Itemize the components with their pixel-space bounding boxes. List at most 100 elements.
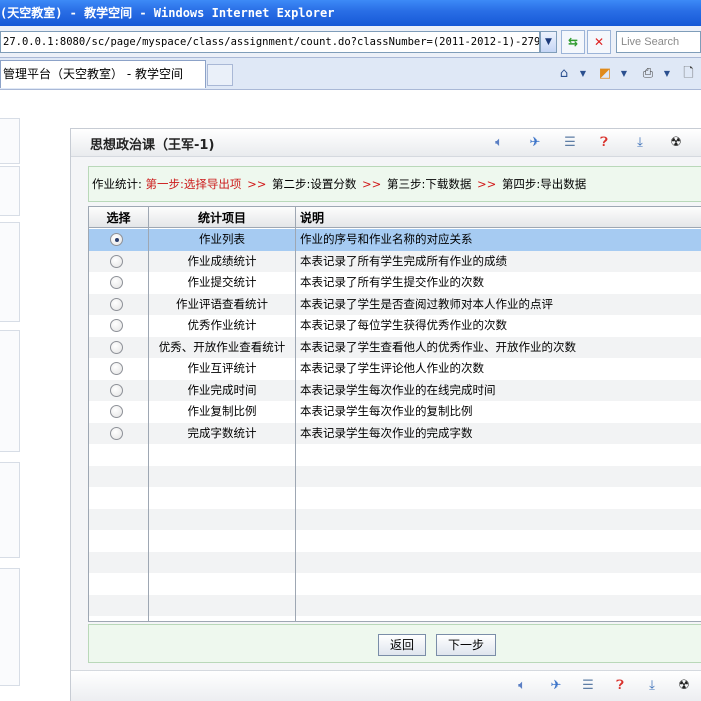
table-row[interactable]: 优秀作业统计 本表记录了每位学生获得优秀作业的次数 — [89, 315, 701, 337]
row-item-name: 作业评语查看统计 — [176, 296, 268, 311]
download-icon[interactable]: ⤓ — [630, 134, 650, 152]
row-description: 本表记录了学生查看他人的优秀作业、开放作业的次数 — [300, 339, 576, 354]
help-icon[interactable]: ❓︎ — [610, 677, 630, 695]
address-dropdown-button[interactable]: ▼ — [540, 31, 557, 53]
left-nav-box — [0, 462, 20, 558]
left-nav-box — [0, 330, 20, 452]
column-divider — [295, 207, 296, 621]
home-icon[interactable]: ⌂ — [553, 64, 575, 84]
empty-table-row — [89, 508, 701, 530]
row-description: 作业的序号和作业名称的对应关系 — [300, 232, 473, 246]
row-radio-button[interactable] — [110, 383, 123, 397]
row-item-name: 作业提交统计 — [187, 275, 257, 289]
table-row[interactable]: 优秀、开放作业查看统计 本表记录了学生查看他人的优秀作业、开放作业的次数 — [89, 336, 701, 358]
left-nav-box — [0, 222, 20, 322]
row-radio-button[interactable] — [110, 297, 123, 311]
column-header-desc: 说明 — [300, 211, 325, 225]
empty-table-row — [89, 465, 701, 487]
forum-icon[interactable]: ☰ — [578, 677, 598, 695]
panel-footer — [71, 670, 701, 701]
row-description: 本表记录了每位学生获得优秀作业的次数 — [300, 318, 507, 332]
column-divider — [148, 207, 149, 621]
empty-table-row — [89, 487, 701, 509]
table-header: 选择 统计项目 说明 — [89, 207, 701, 228]
row-description: 本表记录了学生是否查阅过教师对本人作业的点评 — [300, 296, 553, 311]
radiation-icon[interactable]: ☢ — [674, 677, 694, 695]
table-row[interactable]: 作业评语查看统计 本表记录了学生是否查阅过教师对本人作业的点评 — [89, 293, 701, 315]
row-item-name: 优秀、开放作业查看统计 — [158, 339, 286, 354]
left-nav-box — [0, 568, 20, 686]
address-bar: 27.0.0.1:8080/sc/page/myspace/class/assi… — [0, 26, 701, 58]
row-description: 本表记录学生每次作业的复制比例 — [300, 404, 473, 418]
send-icon[interactable]: ✈ — [525, 134, 545, 152]
step-1: 第一步:选择导出项 — [145, 177, 242, 191]
row-item-name: 完成字数统计 — [187, 425, 257, 440]
row-description: 本表记录学生每次作业的在线完成时间 — [300, 382, 496, 397]
step-2: 第二步:设置分数 — [272, 177, 357, 191]
table-row[interactable]: 作业成绩统计 本表记录了所有学生完成所有作业的成绩 — [89, 250, 701, 272]
row-radio-button[interactable] — [110, 362, 123, 375]
row-radio-button[interactable] — [110, 233, 123, 246]
step-indicator: 作业统计: 第一步:选择导出项 >> 第二步:设置分数 >> 第三步:下载数据 … — [88, 166, 701, 202]
speaker-icon[interactable]: 🔈︎ — [489, 134, 509, 152]
back-button[interactable]: 返回 — [378, 634, 426, 656]
tab-bar: 管理平台（天空教室） - 教学空间 ⌂ ▼ ◩ ▼ ⎙ ▼ 🗋 — [0, 58, 701, 90]
refresh-button[interactable]: ⇆ — [561, 30, 585, 54]
page-menu-icon[interactable]: 🗋 — [676, 64, 701, 84]
speaker-icon[interactable]: 🔈︎ — [512, 677, 532, 695]
radio-selected-dot — [114, 237, 119, 242]
row-item-name: 作业成绩统计 — [187, 253, 257, 268]
window-title-bar: (天空教室) - 教学空间 - Windows Internet Explore… — [0, 0, 701, 26]
column-header-select: 选择 — [106, 211, 131, 225]
table-row[interactable]: 作业互评统计 本表记录了学生评论他人作业的次数 — [89, 358, 701, 380]
rss-feed-icon[interactable]: ◩ — [594, 64, 616, 84]
step-separator: >> — [477, 177, 497, 191]
radiation-icon[interactable]: ☢ — [666, 134, 686, 152]
download-icon[interactable]: ⤓ — [642, 677, 662, 695]
row-radio-button[interactable] — [110, 405, 123, 418]
table-row[interactable]: 完成字数统计 本表记录学生每次作业的完成字数 — [89, 422, 701, 444]
table-row[interactable]: 作业列表 作业的序号和作业名称的对应关系 — [89, 229, 701, 251]
stop-button[interactable]: ✕ — [587, 30, 611, 54]
row-item-name: 作业复制比例 — [187, 404, 257, 418]
table-row[interactable]: 作业复制比例 本表记录学生每次作业的复制比例 — [89, 401, 701, 423]
next-step-button[interactable]: 下一步 — [436, 634, 496, 656]
address-input[interactable]: 27.0.0.1:8080/sc/page/myspace/class/assi… — [0, 31, 540, 53]
row-item-name: 作业互评统计 — [187, 361, 257, 375]
new-tab-button[interactable] — [207, 64, 233, 86]
row-radio-button[interactable] — [110, 340, 123, 354]
stats-table: 选择 统计项目 说明 作业列表 作业的序号和作业名称的对应关系 作业成绩统计 本表记录… — [88, 206, 701, 622]
row-radio-button[interactable] — [110, 276, 123, 289]
print-dropdown-icon[interactable]: ▼ — [661, 64, 673, 84]
row-radio-button[interactable] — [110, 426, 123, 440]
empty-table-row — [89, 444, 701, 466]
step-3: 第三步:下载数据 — [386, 177, 472, 191]
tab-active[interactable]: 管理平台（天空教室） - 教学空间 — [0, 60, 206, 88]
row-description: 本表记录了所有学生完成所有作业的成绩 — [300, 253, 507, 268]
empty-table-row — [89, 530, 701, 552]
left-nav-box — [0, 166, 20, 216]
help-icon[interactable]: ❓︎ — [594, 134, 614, 152]
panel-title: 思想政治课（王军-1) — [90, 138, 215, 153]
table-row[interactable]: 作业提交统计 本表记录了所有学生提交作业的次数 — [89, 272, 701, 294]
table-row[interactable]: 作业完成时间 本表记录学生每次作业的在线完成时间 — [89, 379, 701, 401]
empty-table-row — [89, 573, 701, 595]
send-icon[interactable]: ✈ — [546, 677, 566, 695]
row-description: 本表记录了所有学生提交作业的次数 — [300, 275, 484, 289]
row-radio-button[interactable] — [110, 254, 123, 268]
row-radio-button[interactable] — [110, 319, 123, 332]
step-separator: >> — [362, 177, 382, 191]
row-description: 本表记录学生每次作业的完成字数 — [300, 425, 473, 440]
search-input[interactable]: Live Search — [616, 31, 701, 53]
tab-label: 管理平台（天空教室） - 教学空间 — [3, 67, 183, 81]
empty-table-row — [89, 594, 701, 616]
forum-icon[interactable]: ☰ — [560, 134, 580, 152]
print-icon[interactable]: ⎙ — [637, 64, 659, 84]
row-item-name: 作业列表 — [199, 232, 245, 246]
empty-table-row — [89, 551, 701, 573]
row-item-name: 优秀作业统计 — [187, 318, 257, 332]
feed-dropdown-icon[interactable]: ▼ — [618, 64, 630, 84]
row-description: 本表记录了学生评论他人作业的次数 — [300, 361, 484, 375]
home-dropdown-icon[interactable]: ▼ — [577, 64, 589, 84]
step-separator: >> — [247, 177, 267, 191]
